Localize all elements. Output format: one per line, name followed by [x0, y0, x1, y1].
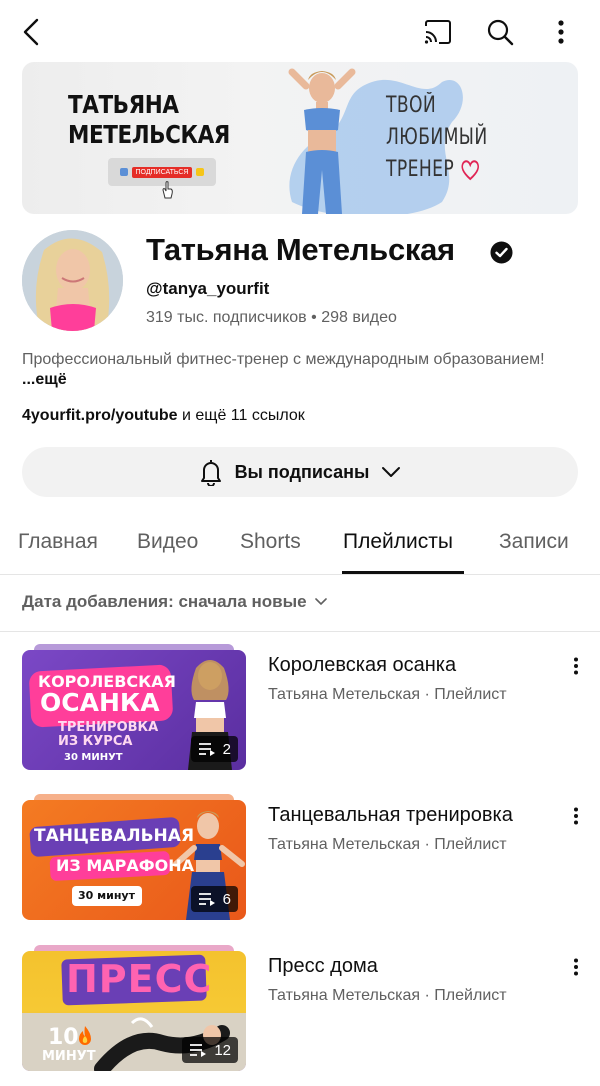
channel-handle: @tanya_yourfit: [146, 279, 270, 298]
fire-icon: [79, 1026, 91, 1045]
playlist-item[interactable]: ТАНЦЕВАЛЬНАЯ ИЗ МАРАФОНА 30 минут 6 Танц…: [22, 794, 600, 924]
playlist-thumbnail[interactable]: ПРЕСС 10 МИНУТ 12: [22, 951, 246, 1071]
more-vert-icon[interactable]: [564, 804, 588, 828]
playlist-count-badge: 12: [182, 1037, 238, 1063]
playlist-count: 12: [214, 1041, 231, 1059]
playlist-title[interactable]: Королевская осанка: [268, 654, 456, 677]
bell-icon: [196, 168, 205, 176]
more-vert-icon[interactable]: [541, 12, 581, 52]
stats-separator: •: [306, 309, 322, 326]
playlist-meta: Татьяна Метельская · Плейлист: [268, 987, 507, 1004]
tab-playlists[interactable]: Плейлисты: [343, 530, 453, 554]
playlist-icon: [198, 893, 215, 906]
playlist-thumbnail[interactable]: ТАНЦЕВАЛЬНАЯ ИЗ МАРАФОНА 30 минут 6: [22, 800, 246, 920]
channel-banner: ТАТЬЯНА МЕТЕЛЬСКАЯ ПОДПИСАТЬСЯ ТВОЙ ЛЮБИ…: [22, 62, 578, 214]
channel-name: Татьяна Метельская: [146, 232, 455, 267]
search-icon[interactable]: [480, 12, 520, 52]
channel-link[interactable]: 4yourfit.pro/youtube: [22, 407, 178, 424]
cursor-hand-icon: [162, 181, 173, 199]
thumb-line: 10: [48, 1025, 79, 1050]
playlist-count-badge: 2: [190, 736, 238, 762]
more-vert-icon[interactable]: [564, 654, 588, 678]
thumb-line: ИЗ МАРАФОНА: [56, 856, 194, 875]
like-icon: [119, 168, 128, 176]
more-vert-icon[interactable]: [564, 955, 588, 979]
playlist-meta: Татьяна Метельская · Плейлист: [268, 686, 507, 703]
playlist-meta: Татьяна Метельская · Плейлист: [268, 836, 507, 853]
banner-subscribe-label: ПОДПИСАТЬСЯ: [131, 166, 193, 178]
playlist-icon: [190, 1044, 207, 1057]
divider: [0, 631, 600, 632]
thumb-line: ТРЕНИРОВКА: [58, 720, 159, 735]
chevron-down-icon: [382, 467, 401, 477]
tab-posts[interactable]: Записи: [499, 530, 569, 554]
channel-description[interactable]: Профессиональный фитнес-тренер с междуна…: [22, 350, 578, 390]
thumb-line: ПРЕСС: [66, 957, 213, 1001]
subscribed-button[interactable]: Вы подписаны: [22, 447, 578, 497]
playlist-thumbnail[interactable]: КОРОЛЕВСКАЯ ОСАНКА ТРЕНИРОВКА ИЗ КУРСА 3…: [22, 650, 246, 770]
top-bar: [0, 0, 600, 62]
tab-shorts[interactable]: Shorts: [240, 530, 301, 554]
bell-icon: [200, 460, 221, 486]
channel-tabs: Главная Видео Shorts Плейлисты Записи: [0, 518, 600, 575]
playlist-item[interactable]: КОРОЛЕВСКАЯ ОСАНКА ТРЕНИРОВКА ИЗ КУРСА 3…: [22, 644, 600, 774]
subscriber-count: 319 тыс. подписчиков: [146, 309, 307, 326]
playlist-icon: [198, 743, 215, 756]
thumb-line: ИЗ КУРСА: [58, 734, 133, 749]
banner-tagline: ТВОЙ ЛЮБИМЫЙ ТРЕНЕР: [386, 93, 488, 182]
description-more-link[interactable]: ...ещё: [22, 371, 67, 388]
description-text: Профессиональный фитнес-тренер с междуна…: [22, 351, 545, 368]
sort-label: Дата добавления: сначала новые: [22, 592, 307, 611]
tab-videos[interactable]: Видео: [137, 530, 198, 554]
cast-icon[interactable]: [418, 12, 458, 52]
video-count: 298 видео: [321, 309, 397, 326]
more-links-text[interactable]: и ещё 11 ссылок: [178, 407, 305, 424]
tab-home[interactable]: Главная: [18, 530, 98, 554]
thumb-line: ОСАНКА: [40, 688, 160, 717]
back-arrow-icon[interactable]: [12, 12, 52, 52]
active-tab-indicator: [342, 571, 464, 574]
avatar[interactable]: [22, 230, 123, 331]
thumb-line: 30 МИНУТ: [64, 752, 123, 763]
channel-links[interactable]: 4yourfit.pro/youtube и ещё 11 ссылок: [22, 407, 305, 425]
playlist-item[interactable]: ПРЕСС 10 МИНУТ 12 Пресс дома Татьяна Мет…: [22, 945, 600, 1075]
chevron-down-icon: [314, 598, 327, 606]
thumb-line: 30 минут: [78, 889, 135, 902]
playlist-count: 2: [222, 740, 231, 758]
sort-dropdown[interactable]: Дата добавления: сначала новые: [22, 592, 327, 612]
playlist-title[interactable]: Танцевальная тренировка: [268, 804, 513, 827]
thumb-line: МИНУТ: [42, 1049, 96, 1064]
verified-badge-icon: [490, 241, 513, 264]
playlist-title[interactable]: Пресс дома: [268, 955, 378, 978]
playlist-count-badge: 6: [190, 886, 238, 912]
thumb-line: ТАНЦЕВАЛЬНАЯ: [34, 826, 195, 846]
banner-name: ТАТЬЯНА МЕТЕЛЬСКАЯ: [68, 90, 230, 149]
heart-icon: [461, 160, 479, 181]
playlist-count: 6: [222, 890, 231, 908]
subscribed-label: Вы подписаны: [234, 461, 370, 482]
banner-trainer-figure: [288, 68, 356, 214]
channel-stats: 319 тыс. подписчиков • 298 видео: [146, 309, 397, 327]
